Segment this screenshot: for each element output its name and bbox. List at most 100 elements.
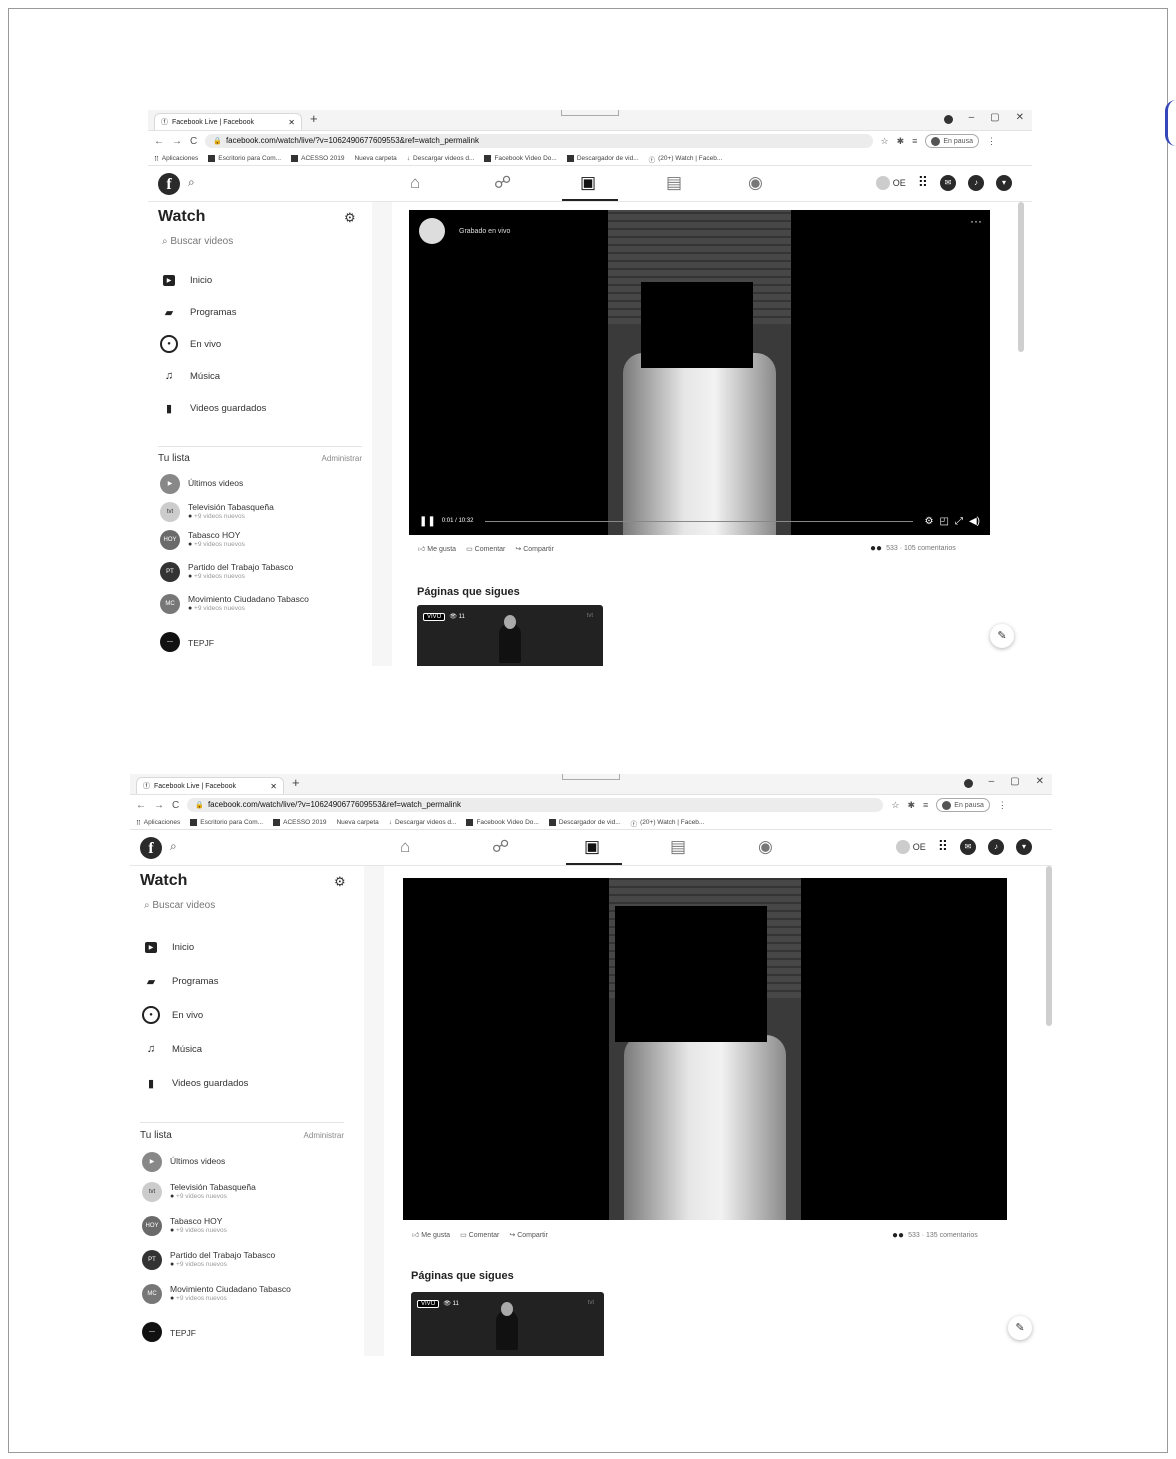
reading-list-icon[interactable]: ≡ <box>912 136 917 146</box>
marketplace-icon[interactable]: ▤ <box>670 837 686 857</box>
search-icon[interactable]: ⌕ <box>188 175 195 190</box>
friends-icon[interactable]: ☍ <box>494 173 511 193</box>
share-button[interactable]: ↪ Compartir <box>509 1231 548 1239</box>
settings-icon[interactable]: ⚙ <box>925 516 934 527</box>
extensions-icon[interactable]: ✱ <box>897 136 905 147</box>
list-item[interactable]: MC Movimiento Ciudadano Tabasco ● +9 video… <box>160 594 309 614</box>
bookmark-item[interactable]: Escritorio para Com... <box>208 155 281 162</box>
video-player[interactable]: Grabado en vivo ··· ❚❚ 0:01 / 10:32 ⚙ ◰ … <box>409 210 990 535</box>
sidebar-item-en-vivo[interactable]: ● En vivo <box>160 328 266 360</box>
sidebar-item-musica[interactable]: ♫ Música <box>160 360 266 392</box>
profile-dot-icon[interactable] <box>963 779 973 788</box>
bookmark-item[interactable]: ⓕ (20+) Watch | Faceb... <box>631 818 705 828</box>
reload-icon[interactable]: C <box>190 136 197 147</box>
new-tab-button[interactable]: + <box>292 775 300 790</box>
miniplayer-icon[interactable]: ◰ <box>940 516 949 527</box>
minimize-icon[interactable]: – <box>969 112 975 124</box>
new-tab-button[interactable]: + <box>310 111 318 126</box>
home-icon[interactable]: ⌂ <box>400 837 410 857</box>
fullscreen-icon[interactable]: ⤢ <box>955 516 963 527</box>
profile-button[interactable]: OE <box>875 175 906 190</box>
like-button[interactable]: 👍︎ Me gusta <box>412 1230 450 1239</box>
home-icon[interactable]: ⌂ <box>410 173 420 193</box>
gear-icon[interactable]: ⚙ <box>344 210 356 226</box>
comment-button[interactable]: ▭ Comentar <box>466 545 505 553</box>
reading-list-icon[interactable]: ≡ <box>923 800 928 810</box>
list-item[interactable]: ▶ Últimos videos <box>142 1152 225 1172</box>
watch-icon[interactable]: ▣ <box>584 837 600 857</box>
url-field[interactable]: 🔒 facebook.com/watch/live/?v=106249067760… <box>205 134 873 148</box>
window-drag-handle[interactable] <box>562 774 620 780</box>
list-item[interactable]: tvt Televisión Tabasqueña ● +9 videos nuev… <box>142 1182 256 1202</box>
bookmark-item[interactable]: Nueva carpeta <box>336 819 378 826</box>
bookmark-item[interactable]: ACESSO 2019 <box>291 155 344 162</box>
browser-tab[interactable]: ⓕ Facebook Live | Facebook ✕ <box>154 113 302 130</box>
like-button[interactable]: 👍︎ Me gusta <box>418 544 456 553</box>
menu-grid-icon[interactable]: ⠿ <box>918 174 928 191</box>
window-drag-handle[interactable] <box>561 110 619 116</box>
list-item[interactable]: tvt Televisión Tabasqueña ● +9 videos nuev… <box>160 502 274 522</box>
list-item[interactable]: ▶ Últimos videos <box>160 474 243 494</box>
avatar[interactable] <box>419 218 445 244</box>
bookmark-item[interactable]: Escritorio para Com... <box>190 819 263 826</box>
profile-button[interactable]: OE <box>895 839 926 854</box>
sidebar-item-inicio[interactable]: ▶ Inicio <box>142 930 248 964</box>
manage-list-link[interactable]: Administrar <box>304 1131 344 1140</box>
compose-icon[interactable]: ✎ <box>1008 1316 1032 1340</box>
live-video-thumbnail[interactable]: VIVO 👁 11 tvt <box>417 605 603 666</box>
messenger-icon[interactable]: ✉ <box>960 838 976 855</box>
groups-icon[interactable]: ◉ <box>748 173 763 193</box>
maximize-icon[interactable]: ▢ <box>1010 776 1019 788</box>
bookmark-item[interactable]: ↓ Descargar videos d... <box>407 155 475 162</box>
list-item[interactable]: HOY Tabasco HOY ● +9 videos nuevos <box>142 1216 227 1236</box>
profile-paused-button[interactable]: En pausa <box>936 798 990 812</box>
more-options-icon[interactable]: ··· <box>970 214 982 228</box>
bookmark-item[interactable]: Descargador de vid... <box>566 155 639 162</box>
close-window-icon[interactable]: ✕ <box>1036 776 1044 788</box>
browser-tab[interactable]: ⓕ Facebook Live | Facebook ✕ <box>136 777 284 794</box>
bookmark-item[interactable]: ⠿ Aplicaciones <box>136 819 180 827</box>
tab-close-icon[interactable]: ✕ <box>270 779 277 794</box>
bookmark-item[interactable]: Facebook Video Do... <box>466 819 539 826</box>
search-icon[interactable]: ⌕ <box>170 839 177 854</box>
list-item[interactable]: — TEPJF <box>142 1322 196 1342</box>
list-item[interactable]: PT Partido del Trabajo Tabasco ● +9 videos… <box>160 562 293 582</box>
list-item[interactable]: MC Movimiento Ciudadano Tabasco ● +9 video… <box>142 1284 291 1304</box>
friends-icon[interactable]: ☍ <box>492 837 509 857</box>
marketplace-icon[interactable]: ▤ <box>666 173 682 193</box>
bookmark-item[interactable]: ⠿ Aplicaciones <box>154 155 198 163</box>
menu-grid-icon[interactable]: ⠿ <box>938 838 948 855</box>
compose-icon[interactable]: ✎ <box>990 624 1014 648</box>
menu-kebab-icon[interactable]: ⋮ <box>998 800 1007 811</box>
bookmark-item[interactable]: ACESSO 2019 <box>273 819 326 826</box>
sidebar-item-programas[interactable]: ▰ Programas <box>160 296 266 328</box>
comment-button[interactable]: ▭ Comentar <box>460 1231 499 1239</box>
star-icon[interactable]: ☆ <box>891 800 899 811</box>
profile-dot-icon[interactable] <box>943 115 953 124</box>
account-dropdown-icon[interactable]: ▾ <box>996 174 1012 191</box>
search-videos-input[interactable]: ⌕ Buscar videos <box>144 900 215 911</box>
back-icon[interactable]: ← <box>136 800 146 811</box>
sidebar-item-musica[interactable]: ♫ Música <box>142 1032 248 1066</box>
url-field[interactable]: 🔒 facebook.com/watch/live/?v=106249067760… <box>187 798 884 812</box>
pause-icon[interactable]: ❚❚ <box>419 516 436 527</box>
extensions-icon[interactable]: ✱ <box>907 800 915 811</box>
profile-paused-button[interactable]: En pausa <box>925 134 979 148</box>
forward-icon[interactable]: → <box>172 136 182 147</box>
reload-icon[interactable]: C <box>172 800 179 811</box>
bookmark-item[interactable]: Nueva carpeta <box>354 155 396 162</box>
groups-icon[interactable]: ◉ <box>758 837 773 857</box>
bookmark-item[interactable]: ⓕ (20+) Watch | Faceb... <box>649 154 723 164</box>
video-player[interactable] <box>403 878 1007 1220</box>
search-videos-input[interactable]: ⌕ Buscar videos <box>162 236 233 247</box>
sidebar-item-en-vivo[interactable]: ● En vivo <box>142 998 248 1032</box>
watch-icon[interactable]: ▣ <box>580 173 596 193</box>
sidebar-item-videos-guardados[interactable]: ▮ Videos guardados <box>160 392 266 424</box>
list-item[interactable]: HOY Tabasco HOY ● +9 videos nuevos <box>160 530 245 550</box>
minimize-icon[interactable]: – <box>989 776 995 788</box>
forward-icon[interactable]: → <box>154 800 164 811</box>
notifications-icon[interactable]: ♪ <box>968 174 984 191</box>
page-scrollbar[interactable] <box>1018 202 1024 352</box>
messenger-icon[interactable]: ✉ <box>940 174 956 191</box>
reactions-summary[interactable]: ●● 533 · 105 comentarios <box>870 543 956 554</box>
